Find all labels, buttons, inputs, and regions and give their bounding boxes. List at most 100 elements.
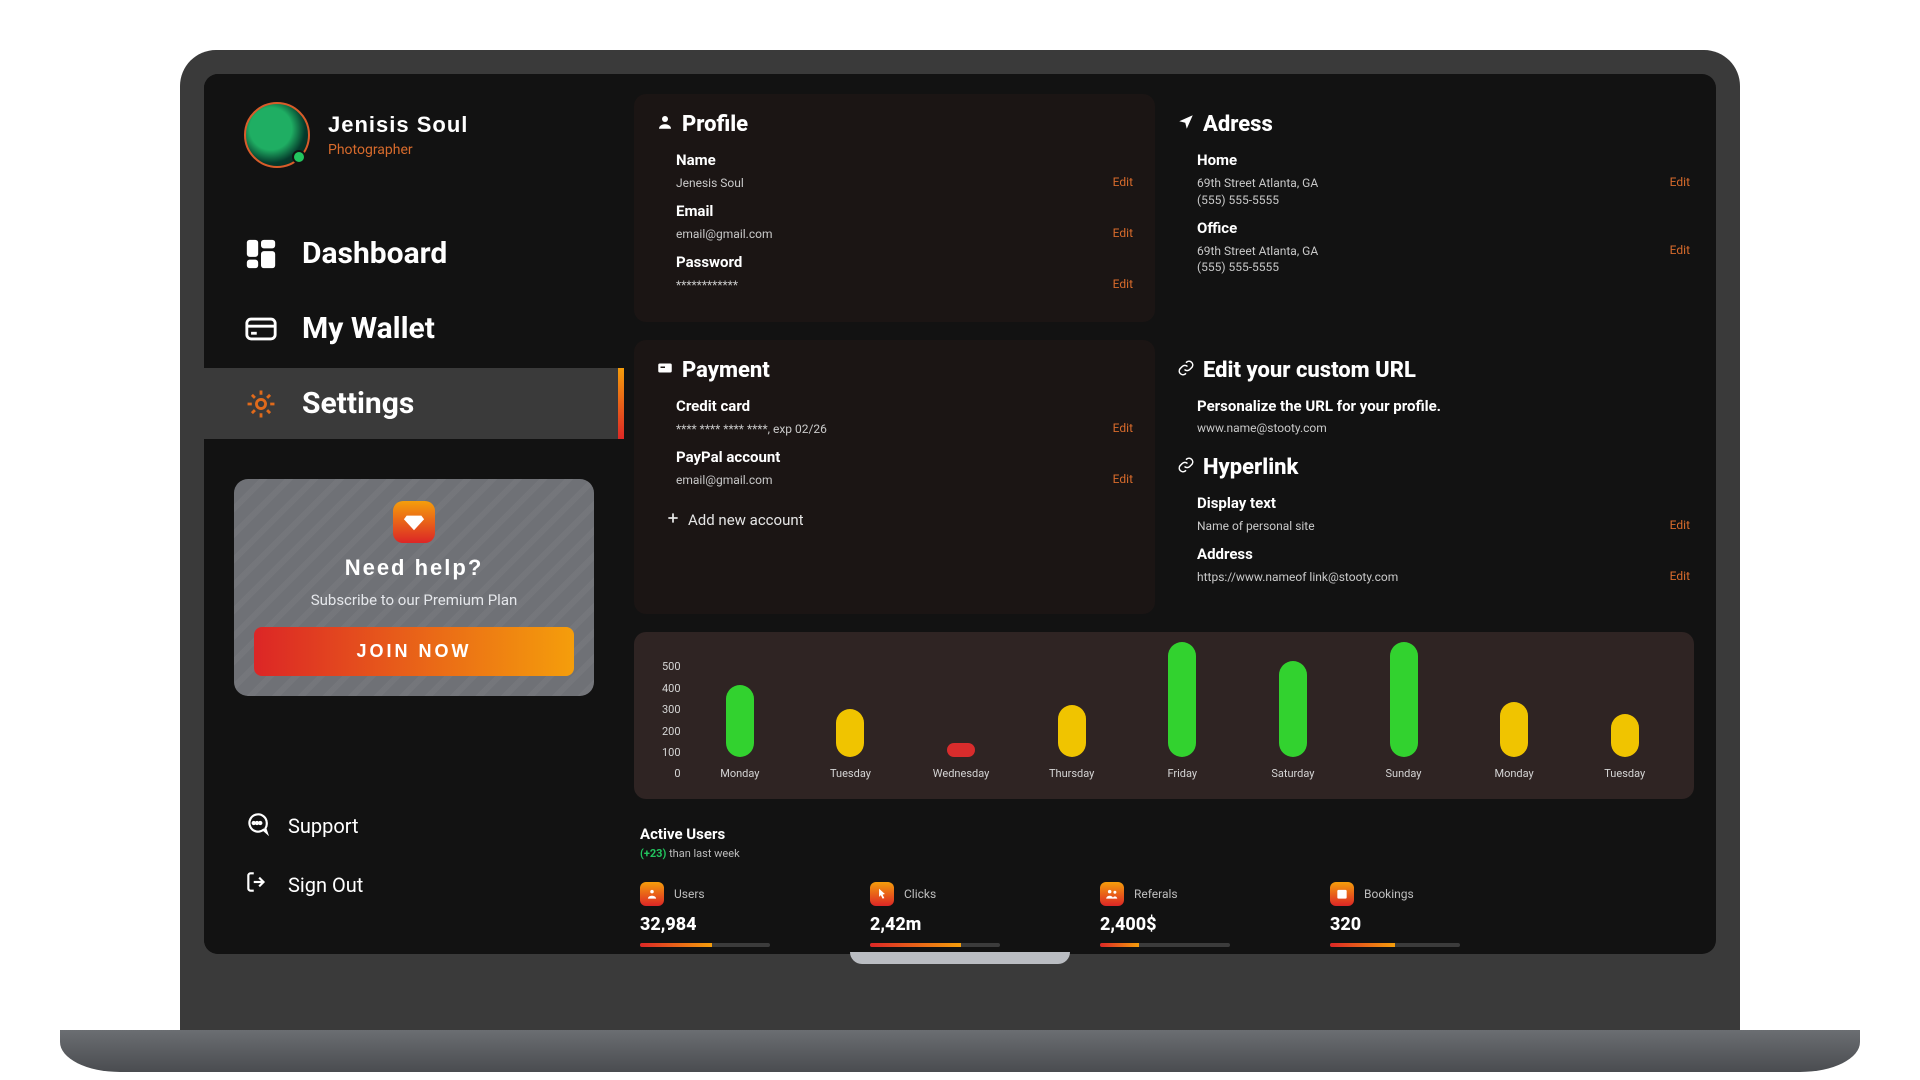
stat-value: 2,42m xyxy=(870,914,1040,935)
stat-progress xyxy=(640,943,770,947)
edit-link[interactable]: Edit xyxy=(1113,277,1133,291)
card-title-text: Edit your custom URL xyxy=(1203,358,1416,383)
stats-sub: (+23) than last week xyxy=(640,847,1688,860)
field-value: (555) 555-5555 xyxy=(1197,259,1318,276)
card-title-text: Hyperlink xyxy=(1203,455,1298,480)
stat-referals: Referals2,400$ xyxy=(1100,882,1270,947)
bar-label: Wednesday xyxy=(933,767,990,780)
join-now-button[interactable]: JOIN NOW xyxy=(254,627,574,676)
chart-y-axis: 5004003002001000 xyxy=(662,660,681,780)
y-tick: 100 xyxy=(662,746,681,759)
field-value: 69th Street Atlanta, GA xyxy=(1197,175,1318,192)
field-value: (555) 555-5555 xyxy=(1197,192,1318,209)
support-link[interactable]: Support xyxy=(244,796,584,855)
bar xyxy=(726,685,754,757)
url-subtitle: Personalize the URL for your profile. xyxy=(1197,397,1690,415)
bar-label: Saturday xyxy=(1271,767,1314,780)
promo-title: Need help? xyxy=(254,555,574,581)
chart-bars: MondayTuesdayWednesdayThursdayFridaySatu… xyxy=(699,650,1666,780)
nav-label: Settings xyxy=(302,386,414,421)
field-value: Jenesis Soul xyxy=(676,175,744,192)
card-title: Profile xyxy=(656,112,1133,137)
bar xyxy=(836,709,864,757)
card-icon xyxy=(244,312,278,346)
card-title: Payment xyxy=(656,358,1133,383)
field-value: email@gmail.com xyxy=(676,226,772,243)
y-tick: 0 xyxy=(662,767,681,780)
sidebar-item-settings[interactable]: Settings xyxy=(204,368,624,439)
payment-icon xyxy=(656,358,674,383)
edit-link[interactable]: Edit xyxy=(1113,226,1133,240)
edit-link[interactable]: Edit xyxy=(1670,175,1690,189)
edit-link[interactable]: Edit xyxy=(1113,421,1133,435)
sign-out-link[interactable]: Sign Out xyxy=(244,855,584,914)
url-card: Edit your custom URL Personalize the URL… xyxy=(1173,340,1694,614)
bar-col: Monday xyxy=(1473,702,1556,780)
field-label: Display text xyxy=(1197,494,1690,512)
bookings-icon xyxy=(1330,882,1354,906)
referals-icon xyxy=(1100,882,1124,906)
card-title: Edit your custom URL xyxy=(1177,358,1690,383)
stats-title: Active Users xyxy=(640,825,1688,843)
avatar[interactable] xyxy=(244,102,310,168)
stat-label: Clicks xyxy=(904,887,936,901)
sidebar-nav: Dashboard My Wallet Settings xyxy=(204,218,624,439)
promo-card: Need help? Subscribe to our Premium Plan… xyxy=(234,479,594,696)
bar-col: Thursday xyxy=(1030,705,1113,781)
bar-col: Saturday xyxy=(1252,661,1335,780)
stat-clicks: Clicks 2,42m xyxy=(870,882,1040,947)
status-dot xyxy=(292,150,306,164)
main-content: Profile Name Jenesis Soul Edit Email ema… xyxy=(624,74,1716,954)
profile-header: Jenisis Soul Photographer xyxy=(204,102,624,168)
field-label: Name xyxy=(676,151,1133,169)
field-value: 69th Street Atlanta, GA xyxy=(1197,243,1318,260)
grid-icon xyxy=(244,237,278,271)
field-label: Office xyxy=(1197,219,1690,237)
field-value: Name of personal site xyxy=(1197,518,1315,535)
address-card: Adress Home 69th Street Atlanta, GA (555… xyxy=(1173,94,1694,322)
stats-sub-text: than last week xyxy=(669,847,740,860)
stat-value: 320 xyxy=(1330,914,1500,935)
sidebar-item-dashboard[interactable]: Dashboard xyxy=(204,218,624,289)
stat-progress xyxy=(1330,943,1460,947)
bar-label: Tuesday xyxy=(1604,767,1645,780)
plus-icon xyxy=(666,511,680,529)
bar-chart: 5004003002001000 MondayTuesdayWednesdayT… xyxy=(634,632,1694,799)
profile-card: Profile Name Jenesis Soul Edit Email ema… xyxy=(634,94,1155,322)
sidebar-item-wallet[interactable]: My Wallet xyxy=(204,293,624,364)
bar-label: Monday xyxy=(1494,767,1533,780)
y-tick: 300 xyxy=(662,703,681,716)
card-title-text: Profile xyxy=(682,112,748,137)
y-tick: 400 xyxy=(662,682,681,695)
edit-link[interactable]: Edit xyxy=(1670,569,1690,583)
edit-link[interactable]: Edit xyxy=(1670,518,1690,532)
card-title-text: Payment xyxy=(682,358,770,383)
gear-icon xyxy=(244,387,278,421)
field-label: Credit card xyxy=(676,397,1133,415)
stats-delta: (+23) xyxy=(640,847,666,860)
y-tick: 500 xyxy=(662,660,681,673)
stat-label: Bookings xyxy=(1364,887,1414,901)
bar xyxy=(1168,642,1196,757)
diamond-icon xyxy=(393,501,435,543)
sidebar: Jenisis Soul Photographer Dashboard My W… xyxy=(204,74,624,954)
stat-progress xyxy=(1100,943,1230,947)
nav-label: My Wallet xyxy=(302,311,435,346)
bar-label: Sunday xyxy=(1386,767,1422,780)
bar-label: Monday xyxy=(720,767,759,780)
add-account-button[interactable]: Add new account xyxy=(666,511,1133,529)
bar xyxy=(1500,702,1528,757)
bar-col: Sunday xyxy=(1362,642,1445,780)
field-label: Password xyxy=(676,253,1133,271)
laptop-base xyxy=(60,1030,1860,1072)
bar xyxy=(1058,705,1086,758)
field-value: ************ xyxy=(676,277,738,294)
footer-label: Sign Out xyxy=(288,873,363,897)
link-icon xyxy=(1177,455,1195,480)
edit-link[interactable]: Edit xyxy=(1113,175,1133,189)
edit-link[interactable]: Edit xyxy=(1113,472,1133,486)
logout-icon xyxy=(244,869,270,900)
payment-card: Payment Credit card **** **** **** ****,… xyxy=(634,340,1155,614)
url-value: www.name@stooty.com xyxy=(1197,421,1690,435)
edit-link[interactable]: Edit xyxy=(1670,243,1690,257)
